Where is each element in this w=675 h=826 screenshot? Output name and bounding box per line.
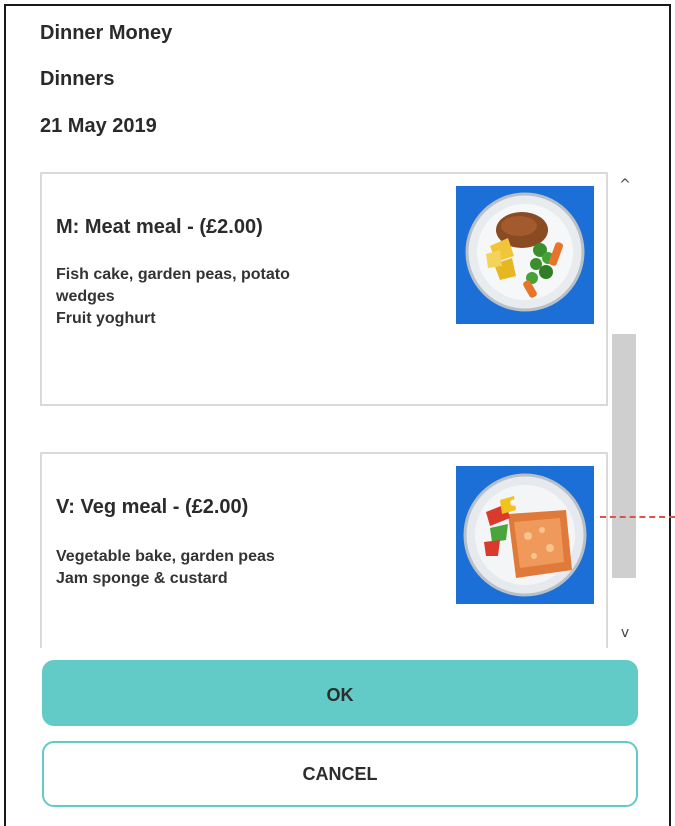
meat-meal-plate-icon bbox=[456, 186, 594, 324]
scrollbar-thumb[interactable] bbox=[612, 334, 636, 578]
scroll-down-icon[interactable]: v bbox=[615, 624, 635, 642]
meal-description-line: Fruit yoghurt bbox=[56, 310, 156, 327]
ok-button[interactable]: OK bbox=[42, 660, 638, 726]
meal-description-line: Vegetable bake, garden peas bbox=[56, 548, 275, 565]
meal-description-line: Fish cake, garden peas, potato bbox=[56, 266, 290, 283]
meal-option-meat[interactable]: M: Meat meal - (£2.00) Fish cake, garden… bbox=[40, 172, 608, 406]
callout-pointer-line bbox=[600, 516, 675, 518]
subcategory-title: Dinners bbox=[40, 68, 115, 90]
meal-description: Vegetable bake, garden peas Jam sponge &… bbox=[56, 546, 396, 590]
meal-description-line: wedges bbox=[56, 288, 115, 305]
meal-title: M: Meat meal - (£2.00) bbox=[56, 216, 263, 238]
veg-meal-plate-icon bbox=[456, 466, 594, 604]
meal-list[interactable]: M: Meat meal - (£2.00) Fish cake, garden… bbox=[40, 172, 612, 648]
category-title: Dinner Money bbox=[40, 22, 173, 44]
meal-list-scrollbar[interactable]: ^ v bbox=[612, 172, 638, 648]
meal-description: Fish cake, garden peas, potato wedges Fr… bbox=[56, 264, 396, 330]
date-label: 21 May 2019 bbox=[40, 115, 157, 137]
scroll-up-icon[interactable]: ^ bbox=[615, 176, 635, 194]
meal-description-line: Jam sponge & custard bbox=[56, 570, 228, 587]
meal-option-veg[interactable]: V: Veg meal - (£2.00) Vegetable bake, ga… bbox=[40, 452, 608, 648]
meal-title: V: Veg meal - (£2.00) bbox=[56, 496, 249, 518]
cancel-button[interactable]: CANCEL bbox=[42, 741, 638, 807]
